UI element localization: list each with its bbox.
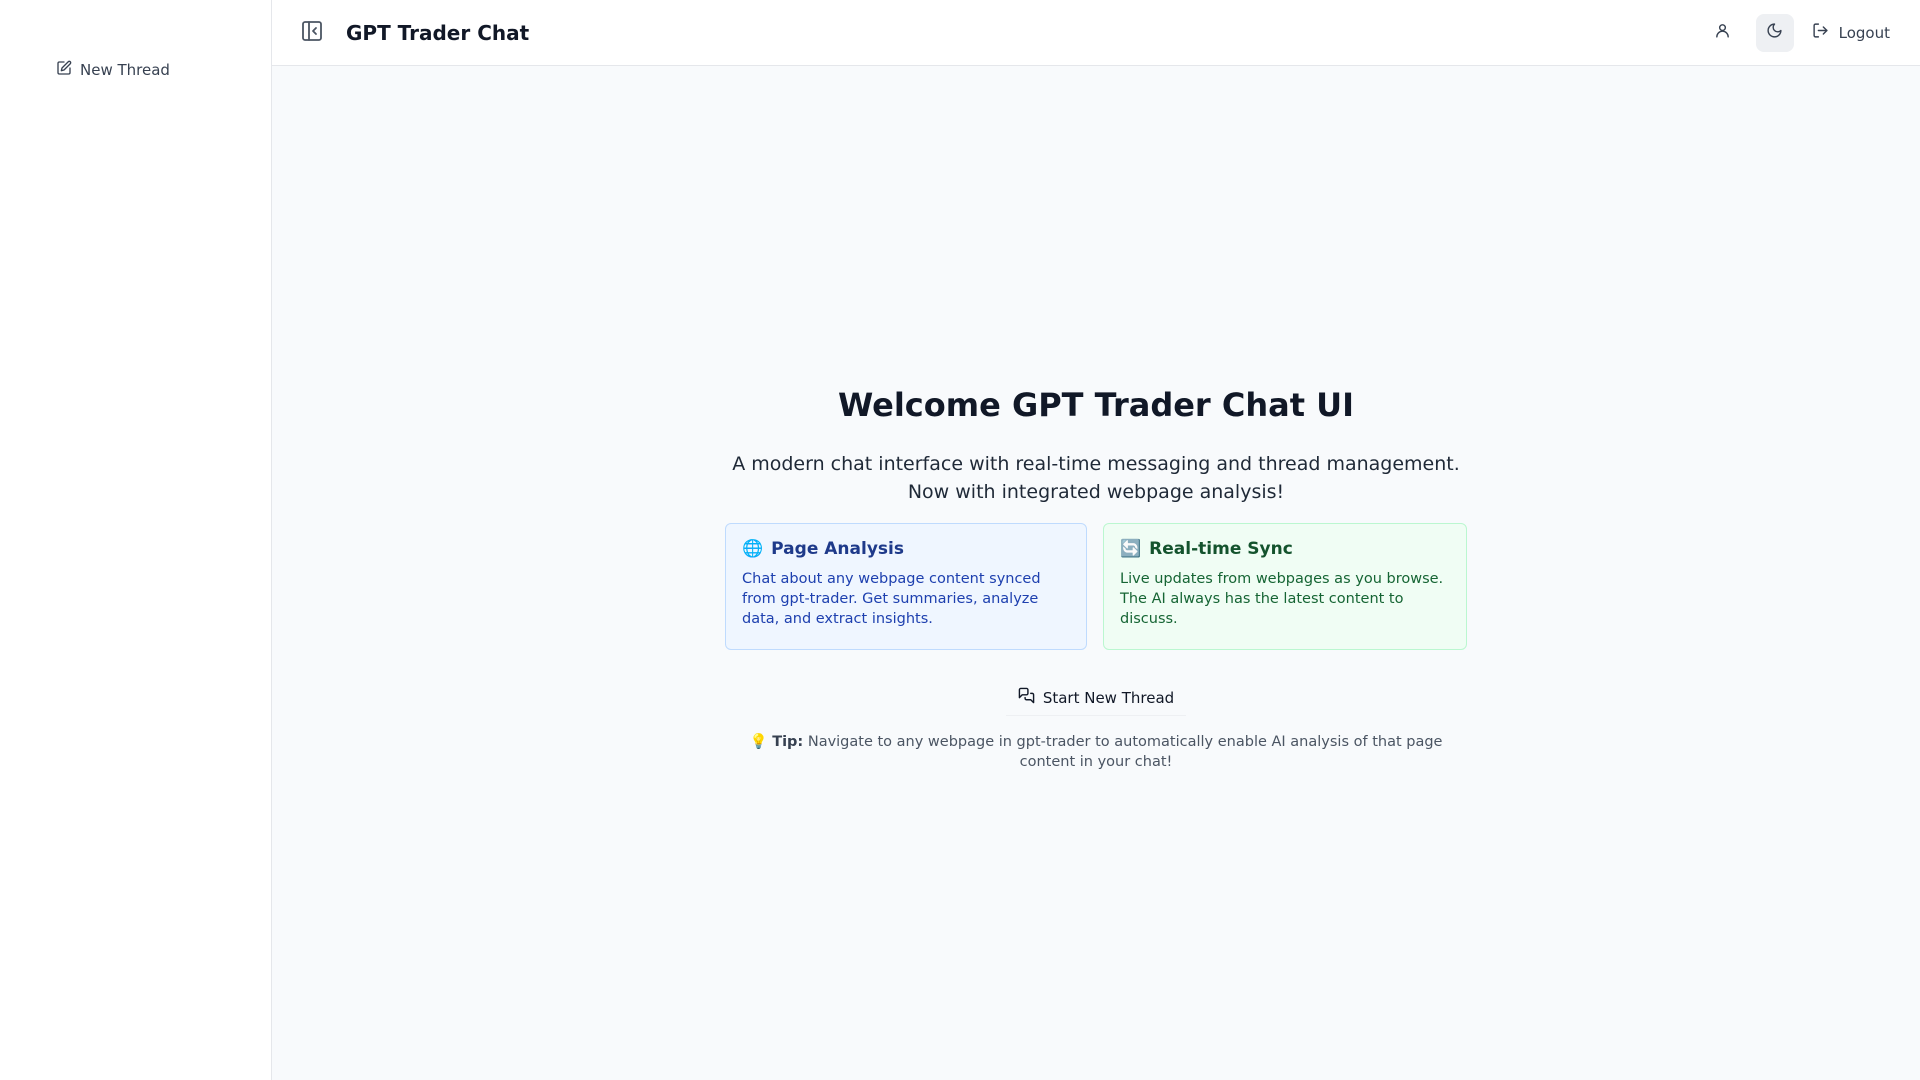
feature-card-title: 🔄 Real-time Sync bbox=[1120, 539, 1450, 559]
start-new-thread-button[interactable]: Start New Thread bbox=[1005, 680, 1187, 716]
tip-body: Navigate to any webpage in gpt-trader to… bbox=[807, 734, 1443, 770]
start-new-thread-label: Start New Thread bbox=[1042, 688, 1175, 707]
logout-icon bbox=[1812, 22, 1829, 43]
logout-button[interactable]: Logout bbox=[1808, 22, 1894, 43]
user-icon bbox=[1714, 22, 1731, 43]
logout-label: Logout bbox=[1838, 23, 1890, 42]
app-root: New Thread GPT Trader Chat Logout Welcom… bbox=[0, 0, 1920, 1080]
theme-toggle-button[interactable] bbox=[1755, 13, 1794, 52]
user-button[interactable] bbox=[1704, 14, 1742, 52]
sidebar: New Thread bbox=[0, 0, 272, 1080]
feature-card-text: Chat about any webpage content synced fr… bbox=[742, 571, 1041, 627]
tip-label: Tip: bbox=[772, 734, 804, 750]
new-thread-button[interactable]: New Thread bbox=[56, 58, 170, 82]
main-area: GPT Trader Chat Logout Welcome GPT Trade… bbox=[272, 0, 1920, 1080]
feature-cards: 🌐 Page Analysis Chat about any webpage c… bbox=[725, 523, 1467, 650]
toggle-sidebar-button[interactable] bbox=[296, 17, 328, 49]
welcome-section: Welcome GPT Trader Chat UI A modern chat… bbox=[272, 66, 1920, 1080]
tip-text: 💡 Tip: Navigate to any webpage in gpt-tr… bbox=[725, 732, 1467, 772]
new-thread-label: New Thread bbox=[80, 61, 170, 79]
header-actions: Logout bbox=[1704, 13, 1894, 52]
pencil-square-icon bbox=[56, 60, 72, 80]
messages-icon bbox=[1018, 687, 1035, 708]
welcome-subtitle: A modern chat interface with real-time m… bbox=[732, 453, 1460, 503]
top-header: GPT Trader Chat Logout bbox=[272, 0, 1920, 66]
panel-left-close-icon bbox=[300, 19, 324, 47]
feature-card-realtime-sync: 🔄 Real-time Sync Live updates from webpa… bbox=[1103, 523, 1467, 650]
moon-icon bbox=[1766, 22, 1783, 43]
feature-card-page-analysis: 🌐 Page Analysis Chat about any webpage c… bbox=[725, 523, 1087, 650]
welcome-title: Welcome GPT Trader Chat UI bbox=[837, 386, 1355, 424]
app-title: GPT Trader Chat bbox=[346, 20, 530, 45]
refresh-icon: 🔄 bbox=[1120, 539, 1142, 559]
feature-card-title: 🌐 Page Analysis bbox=[742, 539, 1070, 559]
feature-card-title-text: Page Analysis bbox=[771, 539, 904, 559]
feature-card-title-text: Real-time Sync bbox=[1149, 539, 1293, 559]
feature-card-text: Live updates from webpages as you browse… bbox=[1120, 571, 1444, 627]
globe-icon: 🌐 bbox=[742, 539, 764, 559]
lightbulb-icon: 💡 bbox=[749, 734, 768, 750]
